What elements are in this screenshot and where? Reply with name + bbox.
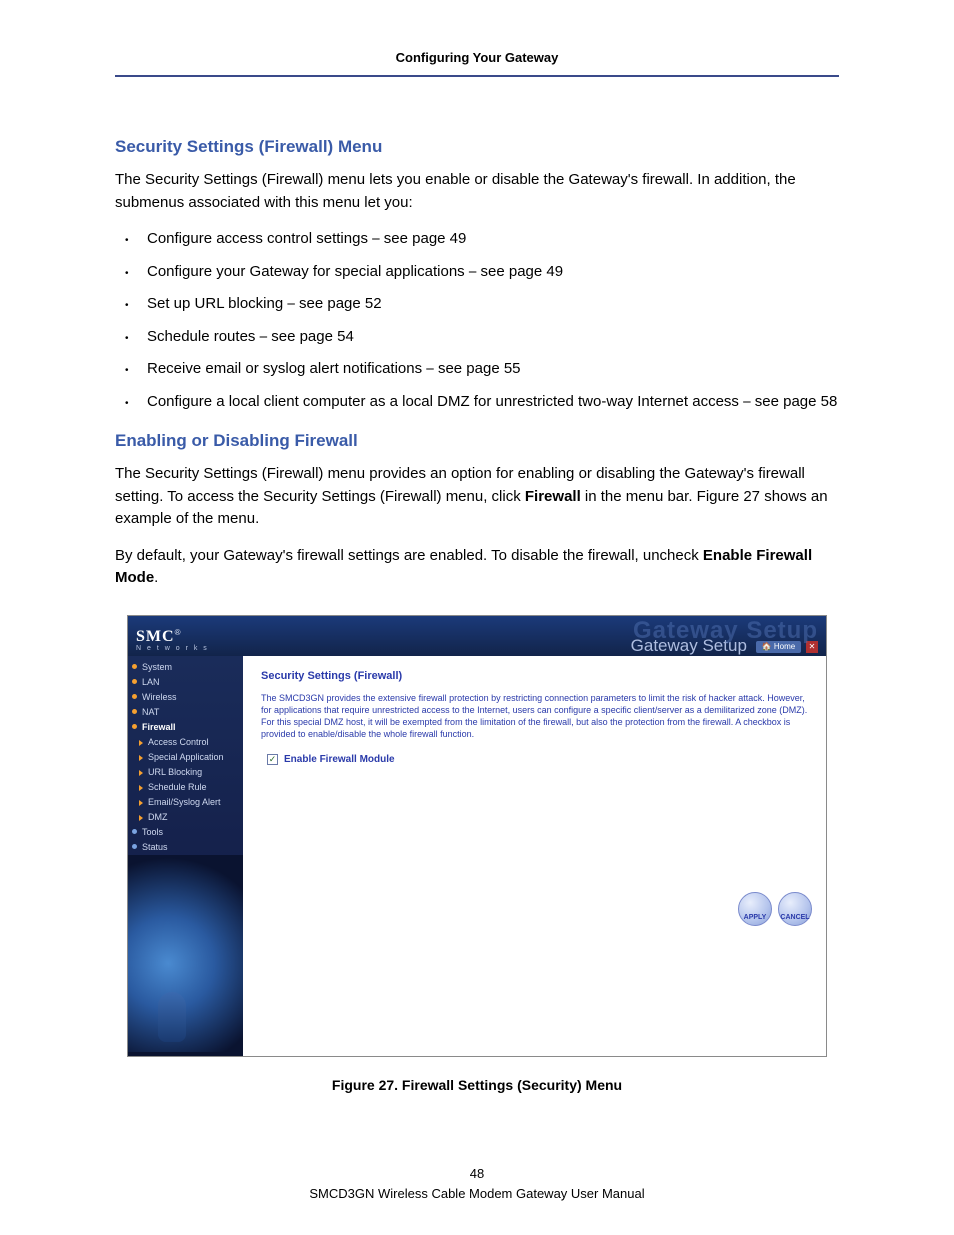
section2-para1: The Security Settings (Firewall) menu pr… — [115, 463, 839, 531]
nav-lan[interactable]: LAN — [128, 675, 243, 690]
nav-url-blocking[interactable]: URL Blocking — [128, 765, 243, 780]
nav-access-control[interactable]: Access Control — [128, 735, 243, 750]
page: Configuring Your Gateway Security Settin… — [0, 0, 954, 1093]
apply-button[interactable]: APPLY — [738, 892, 772, 926]
checkbox-row: ✓ Enable Firewall Module — [261, 754, 808, 765]
section1-intro: The Security Settings (Firewall) menu le… — [115, 169, 839, 214]
bold-firewall: Firewall — [525, 488, 581, 505]
ss-content: Security Settings (Firewall) The SMCD3GN… — [243, 656, 826, 1056]
embedded-screenshot: SMC® N e t w o r k s Gateway Setup Gatew… — [127, 615, 827, 1057]
header-rule — [115, 75, 839, 77]
nav-schedule-rule[interactable]: Schedule Rule — [128, 780, 243, 795]
bullet-item: Set up URL blocking ⎯ see page 52 — [137, 293, 839, 316]
bullet-item: Schedule routes ⎯ see page 54 — [137, 326, 839, 349]
bullet-item: Configure access control settings ⎯ see … — [137, 228, 839, 251]
logo-reg: ® — [175, 628, 181, 637]
nav-email-syslog-alert[interactable]: Email/Syslog Alert — [128, 795, 243, 810]
bullet-item: Configure a local client computer as a l… — [137, 391, 839, 414]
ss-topbar: SMC® N e t w o r k s Gateway Setup Gatew… — [128, 616, 826, 656]
section-heading-enable-firewall: Enabling or Disabling Firewall — [115, 431, 839, 451]
nav-special-application[interactable]: Special Application — [128, 750, 243, 765]
nav-nat[interactable]: NAT — [128, 705, 243, 720]
ss-body: System LAN Wireless NAT Firewall Access … — [128, 656, 826, 1056]
cancel-label: CANCEL — [780, 914, 809, 921]
smc-logo: SMC® N e t w o r k s — [136, 629, 209, 654]
text: By default, your Gateway's firewall sett… — [115, 547, 703, 564]
cancel-button[interactable]: CANCEL — [778, 892, 812, 926]
content-title: Security Settings (Firewall) — [261, 670, 808, 682]
apply-label: APPLY — [744, 914, 767, 921]
content-desc: The SMCD3GN provides the extensive firew… — [261, 692, 808, 741]
bullet-list: Configure access control settings ⎯ see … — [115, 228, 839, 413]
nav-system[interactable]: System — [128, 660, 243, 675]
section2-para2: By default, your Gateway's firewall sett… — [115, 545, 839, 590]
text: . — [154, 569, 158, 586]
action-buttons: APPLY CANCEL — [738, 892, 812, 926]
figure-caption: Figure 27. Firewall Settings (Security) … — [115, 1077, 839, 1093]
ss-sidebar: System LAN Wireless NAT Firewall Access … — [128, 656, 243, 1056]
nav-dmz[interactable]: DMZ — [128, 810, 243, 825]
ss-title-wrap: Gateway Setup Gateway Setup 🏠 Home ✕ — [631, 619, 818, 654]
ss-nav: System LAN Wireless NAT Firewall Access … — [128, 660, 243, 855]
bullet-item: Receive email or syslog alert notificati… — [137, 358, 839, 381]
nav-status[interactable]: Status — [128, 840, 243, 855]
enable-firewall-label: Enable Firewall Module — [284, 754, 395, 765]
logo-subtext: N e t w o r k s — [136, 645, 209, 652]
logo-text: SMC — [136, 628, 175, 645]
nav-tools[interactable]: Tools — [128, 825, 243, 840]
book-title: SMCD3GN Wireless Cable Modem Gateway Use… — [0, 1184, 954, 1204]
running-header: Configuring Your Gateway — [115, 50, 839, 65]
nav-firewall[interactable]: Firewall — [128, 720, 243, 735]
bg-title: Gateway Setup — [631, 619, 818, 643]
page-footer: 48 SMCD3GN Wireless Cable Modem Gateway … — [0, 1164, 954, 1203]
page-number: 48 — [0, 1164, 954, 1184]
nav-wireless[interactable]: Wireless — [128, 690, 243, 705]
enable-firewall-checkbox[interactable]: ✓ — [267, 754, 278, 765]
sidebar-art — [128, 855, 243, 1052]
bullet-item: Configure your Gateway for special appli… — [137, 261, 839, 284]
section-heading-firewall-menu: Security Settings (Firewall) Menu — [115, 137, 839, 157]
